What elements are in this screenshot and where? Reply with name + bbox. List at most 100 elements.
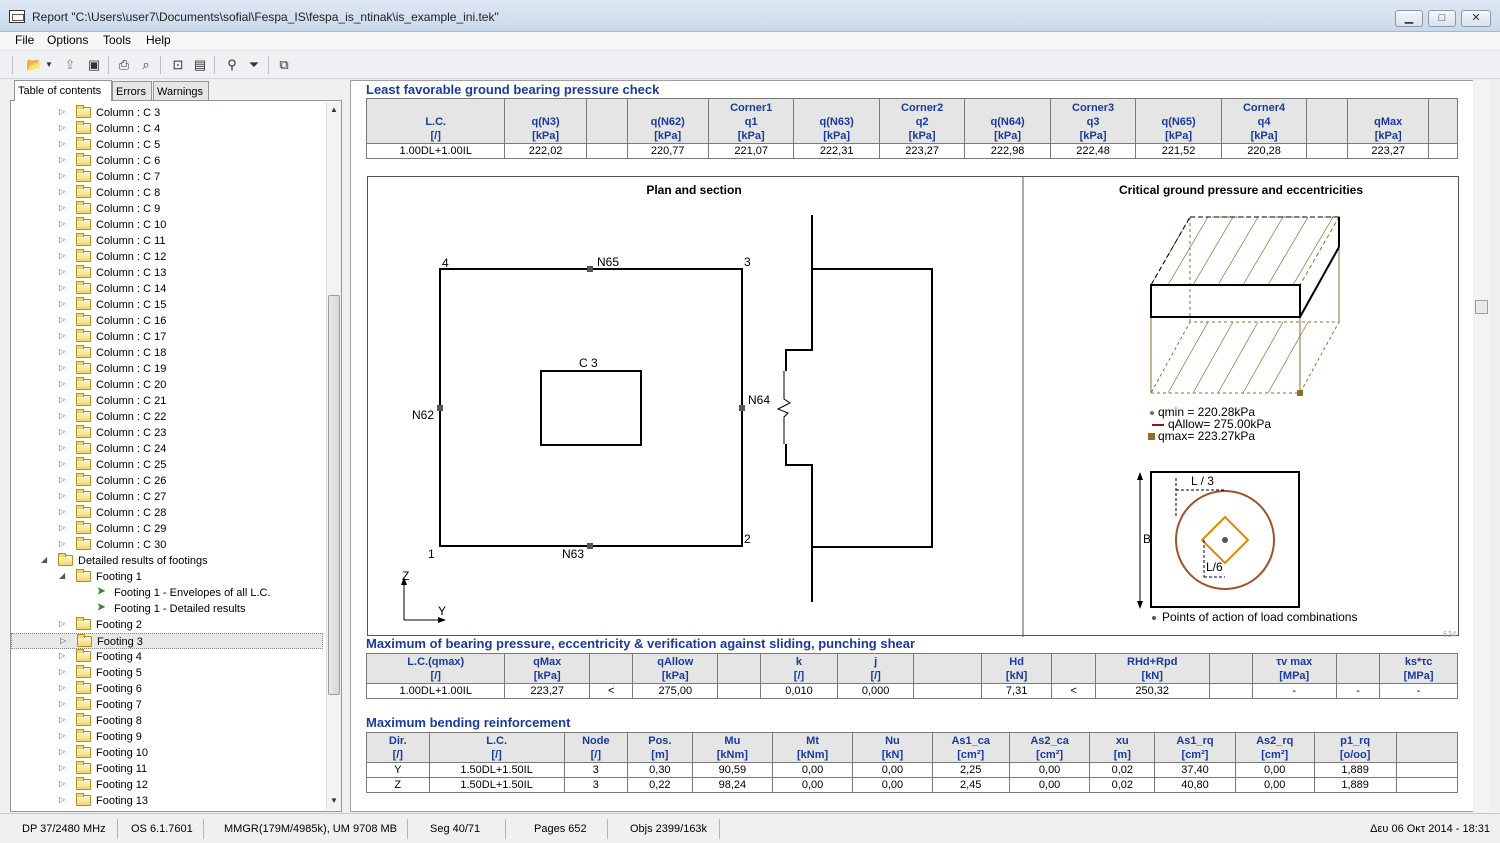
print-preview-icon[interactable]: ⌕ <box>138 57 154 72</box>
tree-item[interactable]: ▷ Column : C 13 <box>11 265 323 281</box>
expand-arrow-icon[interactable]: ▷ <box>59 779 65 788</box>
menu-options[interactable]: Options <box>47 33 88 47</box>
minimize-button[interactable]: ▁ <box>1395 10 1423 27</box>
tree-item[interactable]: ▷ Column : C 5 <box>11 137 323 153</box>
find-binoculars-icon[interactable]: ⚲ <box>224 57 240 72</box>
tree-item[interactable]: ▷ Column : C 27 <box>11 489 323 505</box>
tree-item[interactable]: ▷ Column : C 6 <box>11 153 323 169</box>
tree-scroll-thumb[interactable] <box>328 295 340 695</box>
tab-table-of-contents[interactable]: Table of contents <box>14 80 112 101</box>
tree-item[interactable]: ➤ Footing 1 - Envelopes of all L.C. <box>11 585 323 601</box>
expand-arrow-icon[interactable]: ▷ <box>59 747 65 756</box>
tree-item[interactable]: ▷ Column : C 23 <box>11 425 323 441</box>
tree-item[interactable]: ▷ Column : C 7 <box>11 169 323 185</box>
tree-item[interactable]: ▷ Footing 7 <box>11 697 323 713</box>
expand-arrow-icon[interactable]: ▷ <box>59 619 65 628</box>
tree-item[interactable]: ▷ Column : C 30 <box>11 537 323 553</box>
expand-arrow-icon[interactable]: ▷ <box>59 411 65 420</box>
expand-arrow-icon[interactable]: ▷ <box>59 507 65 516</box>
tree-item[interactable]: ▷ Column : C 9 <box>11 201 323 217</box>
tree-item[interactable]: ▷ Column : C 4 <box>11 121 323 137</box>
filter-icon[interactable]: ⏷ <box>246 57 262 72</box>
tree-item[interactable]: ▷ Column : C 17 <box>11 329 323 345</box>
scroll-up-arrow-icon[interactable]: ▲ <box>330 105 338 114</box>
scroll-down-arrow-icon[interactable]: ▼ <box>330 796 338 805</box>
open-dropdown-icon[interactable]: ▼ <box>44 57 54 72</box>
tree-item[interactable]: ▷ Column : C 11 <box>11 233 323 249</box>
tree-item[interactable]: ▷ Column : C 12 <box>11 249 323 265</box>
expand-arrow-icon[interactable]: ▷ <box>59 443 65 452</box>
tab-errors[interactable]: Errors <box>112 81 152 101</box>
tree-item[interactable]: ▷ Column : C 28 <box>11 505 323 521</box>
tree-item[interactable]: ▷ Column : C 10 <box>11 217 323 233</box>
tree-item[interactable]: ▷ Footing 10 <box>11 745 323 761</box>
expand-arrow-icon[interactable]: ▷ <box>59 651 65 660</box>
print-icon[interactable]: ⎙ <box>116 57 132 72</box>
expand-arrow-icon[interactable]: ▷ <box>59 251 65 260</box>
tree-item[interactable]: ▷ Column : C 25 <box>11 457 323 473</box>
folder-up-icon[interactable]: ⊡ <box>170 57 186 72</box>
expand-arrow-icon[interactable]: ▷ <box>59 427 65 436</box>
tree-item[interactable]: ➤ Footing 1 - Detailed results <box>11 601 323 617</box>
collapse-arrow-icon[interactable]: ◢ <box>41 555 47 564</box>
expand-arrow-icon[interactable]: ▷ <box>59 363 65 372</box>
expand-arrow-icon[interactable]: ▷ <box>59 795 65 804</box>
tree-item[interactable]: ◢ Footing 1 <box>11 569 323 585</box>
expand-arrow-icon[interactable]: ▷ <box>59 203 65 212</box>
settings-page-icon[interactable]: ⧉ <box>276 57 292 72</box>
close-button[interactable]: ✕ <box>1461 10 1491 27</box>
tree-item[interactable]: ▷ Column : C 18 <box>11 345 323 361</box>
expand-arrow-icon[interactable]: ▷ <box>59 763 65 772</box>
tree-item[interactable]: ▷ Column : C 21 <box>11 393 323 409</box>
expand-arrow-icon[interactable]: ▷ <box>59 331 65 340</box>
tree-item[interactable]: ▷ Footing 13 <box>11 793 323 809</box>
open-folder-icon[interactable]: 📂 <box>26 57 42 72</box>
expand-arrow-icon[interactable]: ▷ <box>59 731 65 740</box>
tree-item[interactable]: ▷ Column : C 24 <box>11 441 323 457</box>
menu-file[interactable]: File <box>15 33 34 47</box>
tree-item[interactable]: ▷ Footing 11 <box>11 761 323 777</box>
table-of-contents-tree[interactable]: ▷ Column : C 3 ▷ Column : C 4 ▷ Column : C 5 ▷… <box>10 100 342 812</box>
tree-item[interactable]: ▷ Footing 3 <box>11 633 323 649</box>
tree-item[interactable]: ▷ Column : C 29 <box>11 521 323 537</box>
tree-item[interactable]: ▷ Column : C 14 <box>11 281 323 297</box>
tree-item[interactable]: ▷ Column : C 26 <box>11 473 323 489</box>
expand-arrow-icon[interactable]: ▷ <box>59 523 65 532</box>
tree-item[interactable]: ▷ Column : C 22 <box>11 409 323 425</box>
tree-item[interactable]: ◢ Detailed results of footings <box>11 553 323 569</box>
expand-arrow-icon[interactable]: ▷ <box>59 699 65 708</box>
expand-arrow-icon[interactable]: ▷ <box>59 347 65 356</box>
tree-item[interactable]: ▷ Column : C 19 <box>11 361 323 377</box>
report-scroll-thumb[interactable] <box>1475 300 1488 314</box>
collapse-arrow-icon[interactable]: ◢ <box>59 571 65 580</box>
report-scrollbar[interactable] <box>1473 80 1490 812</box>
tree-item[interactable]: ▷ Column : C 15 <box>11 297 323 313</box>
export-icon[interactable]: ⇪ <box>62 57 78 72</box>
expand-arrow-icon[interactable]: ▷ <box>59 475 65 484</box>
tree-item[interactable]: ▷ Footing 6 <box>11 681 323 697</box>
expand-arrow-icon[interactable]: ▷ <box>59 379 65 388</box>
tree-item[interactable]: ▷ Footing 8 <box>11 713 323 729</box>
expand-arrow-icon[interactable]: ▷ <box>59 395 65 404</box>
menu-help[interactable]: Help <box>146 33 171 47</box>
expand-arrow-icon[interactable]: ▷ <box>59 299 65 308</box>
save-icon[interactable]: ▣ <box>86 57 102 72</box>
expand-arrow-icon[interactable]: ▷ <box>59 715 65 724</box>
expand-arrow-icon[interactable]: ▷ <box>59 219 65 228</box>
tab-warnings[interactable]: Warnings <box>153 81 209 101</box>
expand-arrow-icon[interactable]: ▷ <box>59 491 65 500</box>
tree-scrollbar[interactable]: ▲ ▼ <box>326 102 341 810</box>
tree-item[interactable]: ▷ Footing 5 <box>11 665 323 681</box>
tree-item[interactable]: ▷ Footing 4 <box>11 649 323 665</box>
expand-arrow-icon[interactable]: ▷ <box>59 267 65 276</box>
expand-arrow-icon[interactable]: ▷ <box>59 139 65 148</box>
tree-item[interactable]: ▷ Footing 2 <box>11 617 323 633</box>
expand-arrow-icon[interactable]: ▷ <box>59 123 65 132</box>
tree-item[interactable]: ▷ Column : C 8 <box>11 185 323 201</box>
expand-arrow-icon[interactable]: ▷ <box>59 187 65 196</box>
expand-arrow-icon[interactable]: ▷ <box>59 283 65 292</box>
menu-tools[interactable]: Tools <box>103 33 131 47</box>
maximize-button[interactable]: □ <box>1428 10 1456 27</box>
folder-icon[interactable]: ▤ <box>192 57 208 72</box>
expand-arrow-icon[interactable]: ▷ <box>59 315 65 324</box>
